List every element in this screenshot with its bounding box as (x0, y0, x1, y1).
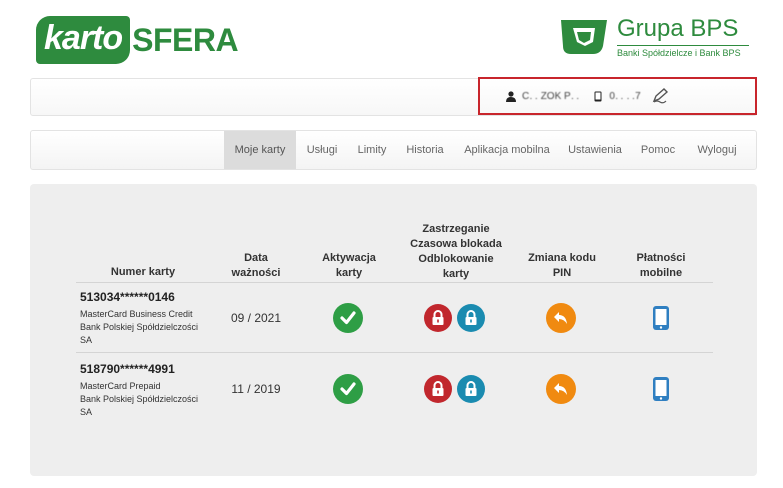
nav-wyloguj[interactable]: Wyloguj (691, 131, 743, 169)
mobile-phone-icon (594, 91, 602, 101)
nav-uslugi[interactable]: Usługi (302, 131, 342, 169)
unblock-card-button[interactable] (457, 304, 485, 332)
header-card-number: Numer karty (110, 266, 176, 278)
card-number: 513034******0146 (80, 290, 175, 304)
user-name: C․ ․ ZOK P․ ․ (522, 90, 580, 102)
header-pin-line1: Zmiana kodu (528, 252, 596, 264)
header-block-line3: Odblokowanie (418, 253, 494, 265)
header-expiry-line1: Data (244, 252, 268, 264)
nav-ustawienia[interactable]: Ustawienia (564, 131, 626, 169)
brand-title: Grupa BPS (617, 15, 739, 42)
logo-karto-text: karto (36, 16, 131, 64)
header-mobile-line2: mobilne (639, 267, 683, 279)
header-mobile-line1: Płatności (636, 252, 686, 264)
brand-subtitle: Banki Spółdzielcze i Bank BPS (617, 48, 741, 58)
block-card-button[interactable] (424, 375, 452, 403)
table-divider (76, 282, 713, 283)
bps-shield-icon (561, 20, 607, 54)
card-bank-suffix: SA (80, 335, 93, 345)
reply-arrow-icon (554, 312, 567, 324)
block-card-button[interactable] (424, 304, 452, 332)
unlocked-padlock-icon (465, 381, 477, 396)
card-number: 518790******4991 (80, 362, 175, 376)
checkmark-icon (340, 382, 356, 396)
activate-card-button[interactable] (333, 303, 363, 333)
user-phone: 0․ ․ ․ ․7 (609, 90, 641, 102)
header-expiry-line2: ważności (231, 267, 281, 279)
card-expiry: 09 / 2021 (230, 311, 282, 325)
header-pin: Zmiana kodu PIN (520, 251, 604, 281)
change-pin-button[interactable] (546, 374, 576, 404)
checkmark-icon (340, 311, 356, 325)
nav-limity[interactable]: Limity (352, 131, 392, 169)
header-block-line2: Czasowa blokada (410, 238, 502, 250)
nav-pomoc[interactable]: Pomoc (637, 131, 679, 169)
card-description: MasterCard Prepaid Bank Polskiej Spółdzi… (80, 380, 210, 419)
nav-moje-karty[interactable]: Moje karty (224, 131, 296, 169)
card-type: MasterCard Business Credit (80, 309, 193, 319)
header-block-line1: Zastrzeganie (422, 223, 490, 235)
mobile-payments-phone-icon[interactable] (652, 305, 670, 331)
table-divider (76, 352, 713, 353)
header-block: Zastrzeganie Czasowa blokada Odblokowani… (398, 222, 514, 282)
unblock-card-button[interactable] (457, 375, 485, 403)
header-expiry: Data ważności (222, 251, 290, 281)
logo-sfera-text: SFERA (132, 22, 239, 58)
activate-card-button[interactable] (333, 374, 363, 404)
kartosfera-logo: karto SFERA (36, 14, 239, 66)
header-activation: Aktywacja karty (310, 251, 388, 281)
header-activation-line1: Aktywacja (322, 252, 376, 264)
header-activation-line2: karty (335, 267, 363, 279)
nav-aplikacja-mobilna[interactable]: Aplikacja mobilna (460, 131, 554, 169)
edit-profile-icon[interactable] (651, 87, 669, 105)
user-info-highlight: C․ ․ ZOK P․ ․ 0․ ․ ․ ․7 (478, 77, 757, 115)
card-bank: Bank Polskiej Spółdzielczości (80, 394, 199, 404)
locked-padlock-icon (432, 381, 444, 396)
grupa-bps-logo: Grupa BPS Banki Spółdzielcze i Bank BPS (557, 15, 753, 62)
header-mobile-payments: Płatności mobilne (622, 251, 700, 281)
brand-divider (617, 45, 749, 46)
card-description: MasterCard Business Credit Bank Polskiej… (80, 308, 210, 347)
card-type: MasterCard Prepaid (80, 381, 161, 391)
mobile-payments-phone-icon[interactable] (652, 376, 670, 402)
card-bank: Bank Polskiej Spółdzielczości (80, 322, 199, 332)
card-expiry: 11 / 2019 (231, 382, 281, 396)
header-pin-line2: PIN (552, 267, 572, 279)
nav-historia[interactable]: Historia (402, 131, 448, 169)
user-icon (506, 90, 516, 102)
unlocked-padlock-icon (465, 310, 477, 325)
card-bank-suffix: SA (80, 407, 93, 417)
locked-padlock-icon (432, 310, 444, 325)
reply-arrow-icon (554, 383, 567, 395)
change-pin-button[interactable] (546, 303, 576, 333)
header-block-line4: karty (442, 268, 470, 280)
